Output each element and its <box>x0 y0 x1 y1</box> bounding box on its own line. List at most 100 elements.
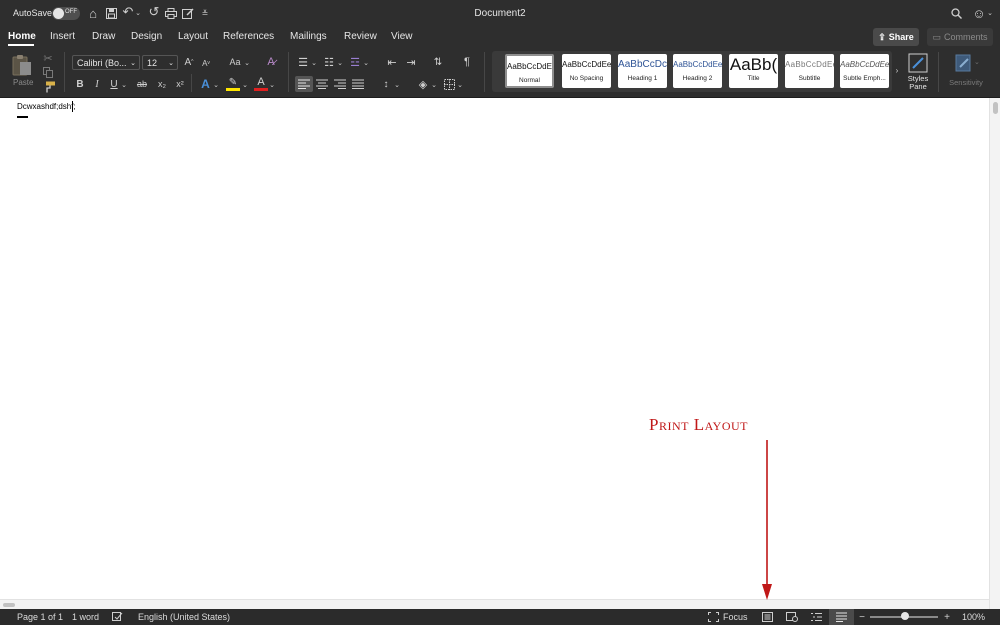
decrease-indent-icon[interactable]: ⇤ <box>385 55 399 69</box>
underline-dropdown-icon[interactable]: ⌄ <box>120 78 128 92</box>
focus-icon[interactable] <box>707 611 719 623</box>
style-name: Heading 2 <box>682 75 713 82</box>
chevron-down-icon: ⌄ <box>130 59 136 67</box>
zoom-out-button[interactable]: − <box>857 611 867 623</box>
font-color-dropdown-icon[interactable]: ⌄ <box>268 78 276 92</box>
borders-dropdown-icon[interactable]: ⌄ <box>456 78 464 92</box>
copy-icon[interactable] <box>42 66 54 78</box>
text-effects-icon[interactable]: A <box>199 76 212 91</box>
zoom-slider-thumb[interactable] <box>901 612 909 620</box>
superscript-button[interactable]: x² <box>173 77 187 91</box>
align-right-icon[interactable] <box>333 76 347 92</box>
document-canvas[interactable] <box>0 98 1000 609</box>
web-layout-icon[interactable] <box>785 611 798 623</box>
highlight-color-button[interactable]: ✎ <box>226 76 240 92</box>
numbering-dropdown-icon[interactable]: ⌄ <box>336 56 344 70</box>
vertical-scrollbar[interactable] <box>989 98 1000 609</box>
style-subtitle[interactable]: AaBbCcDdEe Subtitle <box>785 54 834 88</box>
sort-icon[interactable]: ⇅ <box>431 55 445 69</box>
style-title[interactable]: AaBb( Title <box>729 54 778 88</box>
tab-insert[interactable]: Insert <box>50 31 75 42</box>
style-no-spacing[interactable]: AaBbCcDdEe No Spacing <box>562 54 611 88</box>
strikethrough-button[interactable]: ab <box>134 77 150 91</box>
style-sample: AaBbCcDdEe <box>562 60 611 69</box>
show-formatting-button[interactable]: ¶ <box>460 55 474 69</box>
vertical-scroll-thumb[interactable] <box>993 102 998 114</box>
bullets-icon[interactable]: ☰ <box>296 55 310 69</box>
tab-design[interactable]: Design <box>131 31 162 42</box>
tab-draw[interactable]: Draw <box>92 31 115 42</box>
bullets-dropdown-icon[interactable]: ⌄ <box>310 56 318 70</box>
style-normal[interactable]: AaBbCcDdEe Normal <box>505 54 554 88</box>
style-subtle-emphasis[interactable]: AaBbCcDdEe Subtle Emph... <box>840 54 889 88</box>
subscript-button[interactable]: x₂ <box>155 77 169 91</box>
underline-button[interactable]: U <box>108 77 120 91</box>
language-indicator[interactable]: English (United States) <box>138 612 230 622</box>
proofing-icon[interactable] <box>111 611 123 623</box>
paste-button[interactable]: Paste <box>10 54 36 90</box>
tab-layout[interactable]: Layout <box>178 31 208 42</box>
tab-review[interactable]: Review <box>344 31 377 42</box>
change-case-dropdown-icon[interactable]: ⌄ <box>243 56 251 70</box>
multilevel-list-icon[interactable]: ☲ <box>348 55 362 69</box>
style-sample: AaBbCcDdEe <box>840 60 889 69</box>
smiley-feedback-icon[interactable]: ☺ <box>972 5 986 21</box>
styles-pane-button[interactable]: Styles Pane <box>904 52 932 94</box>
share-button[interactable]: ⇪ Share <box>873 28 919 46</box>
print-layout-icon[interactable] <box>761 611 773 623</box>
horizontal-scrollbar[interactable] <box>0 599 989 609</box>
change-case-button[interactable]: Aa <box>227 55 243 69</box>
comments-button[interactable]: ▭ Comments <box>927 28 993 46</box>
tab-view[interactable]: View <box>391 31 413 42</box>
share-icon: ⇪ <box>878 31 886 42</box>
cut-icon[interactable]: ✂ <box>42 52 54 65</box>
highlight-dropdown-icon[interactable]: ⌄ <box>241 78 249 92</box>
font-size-select[interactable]: 12 ⌄ <box>142 55 178 70</box>
font-name-select[interactable]: Calibri (Bo... ⌄ <box>72 55 140 70</box>
page-count[interactable]: Page 1 of 1 <box>17 612 63 622</box>
zoom-slider[interactable] <box>870 612 938 620</box>
feedback-dropdown-icon[interactable]: ⌄ <box>986 6 994 20</box>
draft-view-button[interactable] <box>829 609 854 625</box>
shrink-font-button[interactable]: Av <box>200 57 212 69</box>
tab-mailings[interactable]: Mailings <box>290 31 327 42</box>
align-left-button[interactable] <box>295 76 313 92</box>
align-center-icon[interactable] <box>315 76 329 92</box>
style-heading-1[interactable]: AaBbCcDc Heading 1 <box>618 54 667 88</box>
font-color-button[interactable]: A <box>254 76 268 92</box>
italic-button[interactable]: I <box>91 77 103 91</box>
line-spacing-dropdown-icon[interactable]: ⌄ <box>393 78 401 92</box>
focus-label[interactable]: Focus <box>723 612 748 622</box>
text-effects-dropdown-icon[interactable]: ⌄ <box>212 78 220 92</box>
format-painter-icon[interactable] <box>42 80 56 93</box>
grow-font-button[interactable]: A ^ <box>183 55 195 69</box>
bold-button[interactable]: B <box>74 77 86 91</box>
borders-icon[interactable] <box>442 76 456 92</box>
separator <box>64 52 65 92</box>
style-sample: AaBbCcDc <box>618 59 667 70</box>
tab-references[interactable]: References <box>223 31 274 42</box>
sensitivity-button[interactable]: ⌄ Sensitivity <box>944 52 988 92</box>
line-spacing-icon[interactable]: ↕ <box>379 76 393 92</box>
style-name: Heading 1 <box>627 75 658 82</box>
document-text[interactable]: Dcwxashdf;dshf; <box>17 102 76 111</box>
shading-dropdown-icon[interactable]: ⌄ <box>430 78 438 92</box>
zoom-percentage[interactable]: 100% <box>962 612 985 622</box>
clear-formatting-icon[interactable]: A̷ <box>264 55 278 69</box>
zoom-in-button[interactable]: + <box>942 611 952 623</box>
style-heading-2[interactable]: AaBbCcDdEe Heading 2 <box>673 54 722 88</box>
text-cursor <box>72 101 73 112</box>
search-icon[interactable] <box>949 6 963 20</box>
tab-home[interactable]: Home <box>8 31 36 42</box>
increase-indent-icon[interactable]: ⇥ <box>404 55 418 69</box>
justify-icon[interactable] <box>351 76 365 92</box>
multilevel-dropdown-icon[interactable]: ⌄ <box>362 56 370 70</box>
outline-view-icon[interactable] <box>810 611 822 623</box>
numbering-icon[interactable]: ☷ <box>322 55 336 69</box>
shading-icon[interactable]: ◈ <box>416 76 430 92</box>
title-bar: AutoSave OFF ⌂ ↶ ⌄ ↺ ≚ Document2 ☺ ⌄ <box>0 0 1000 27</box>
separator <box>484 52 485 92</box>
horizontal-scroll-thumb[interactable] <box>3 603 15 607</box>
styles-more-icon[interactable]: › <box>893 64 901 76</box>
word-count[interactable]: 1 word <box>72 612 99 622</box>
